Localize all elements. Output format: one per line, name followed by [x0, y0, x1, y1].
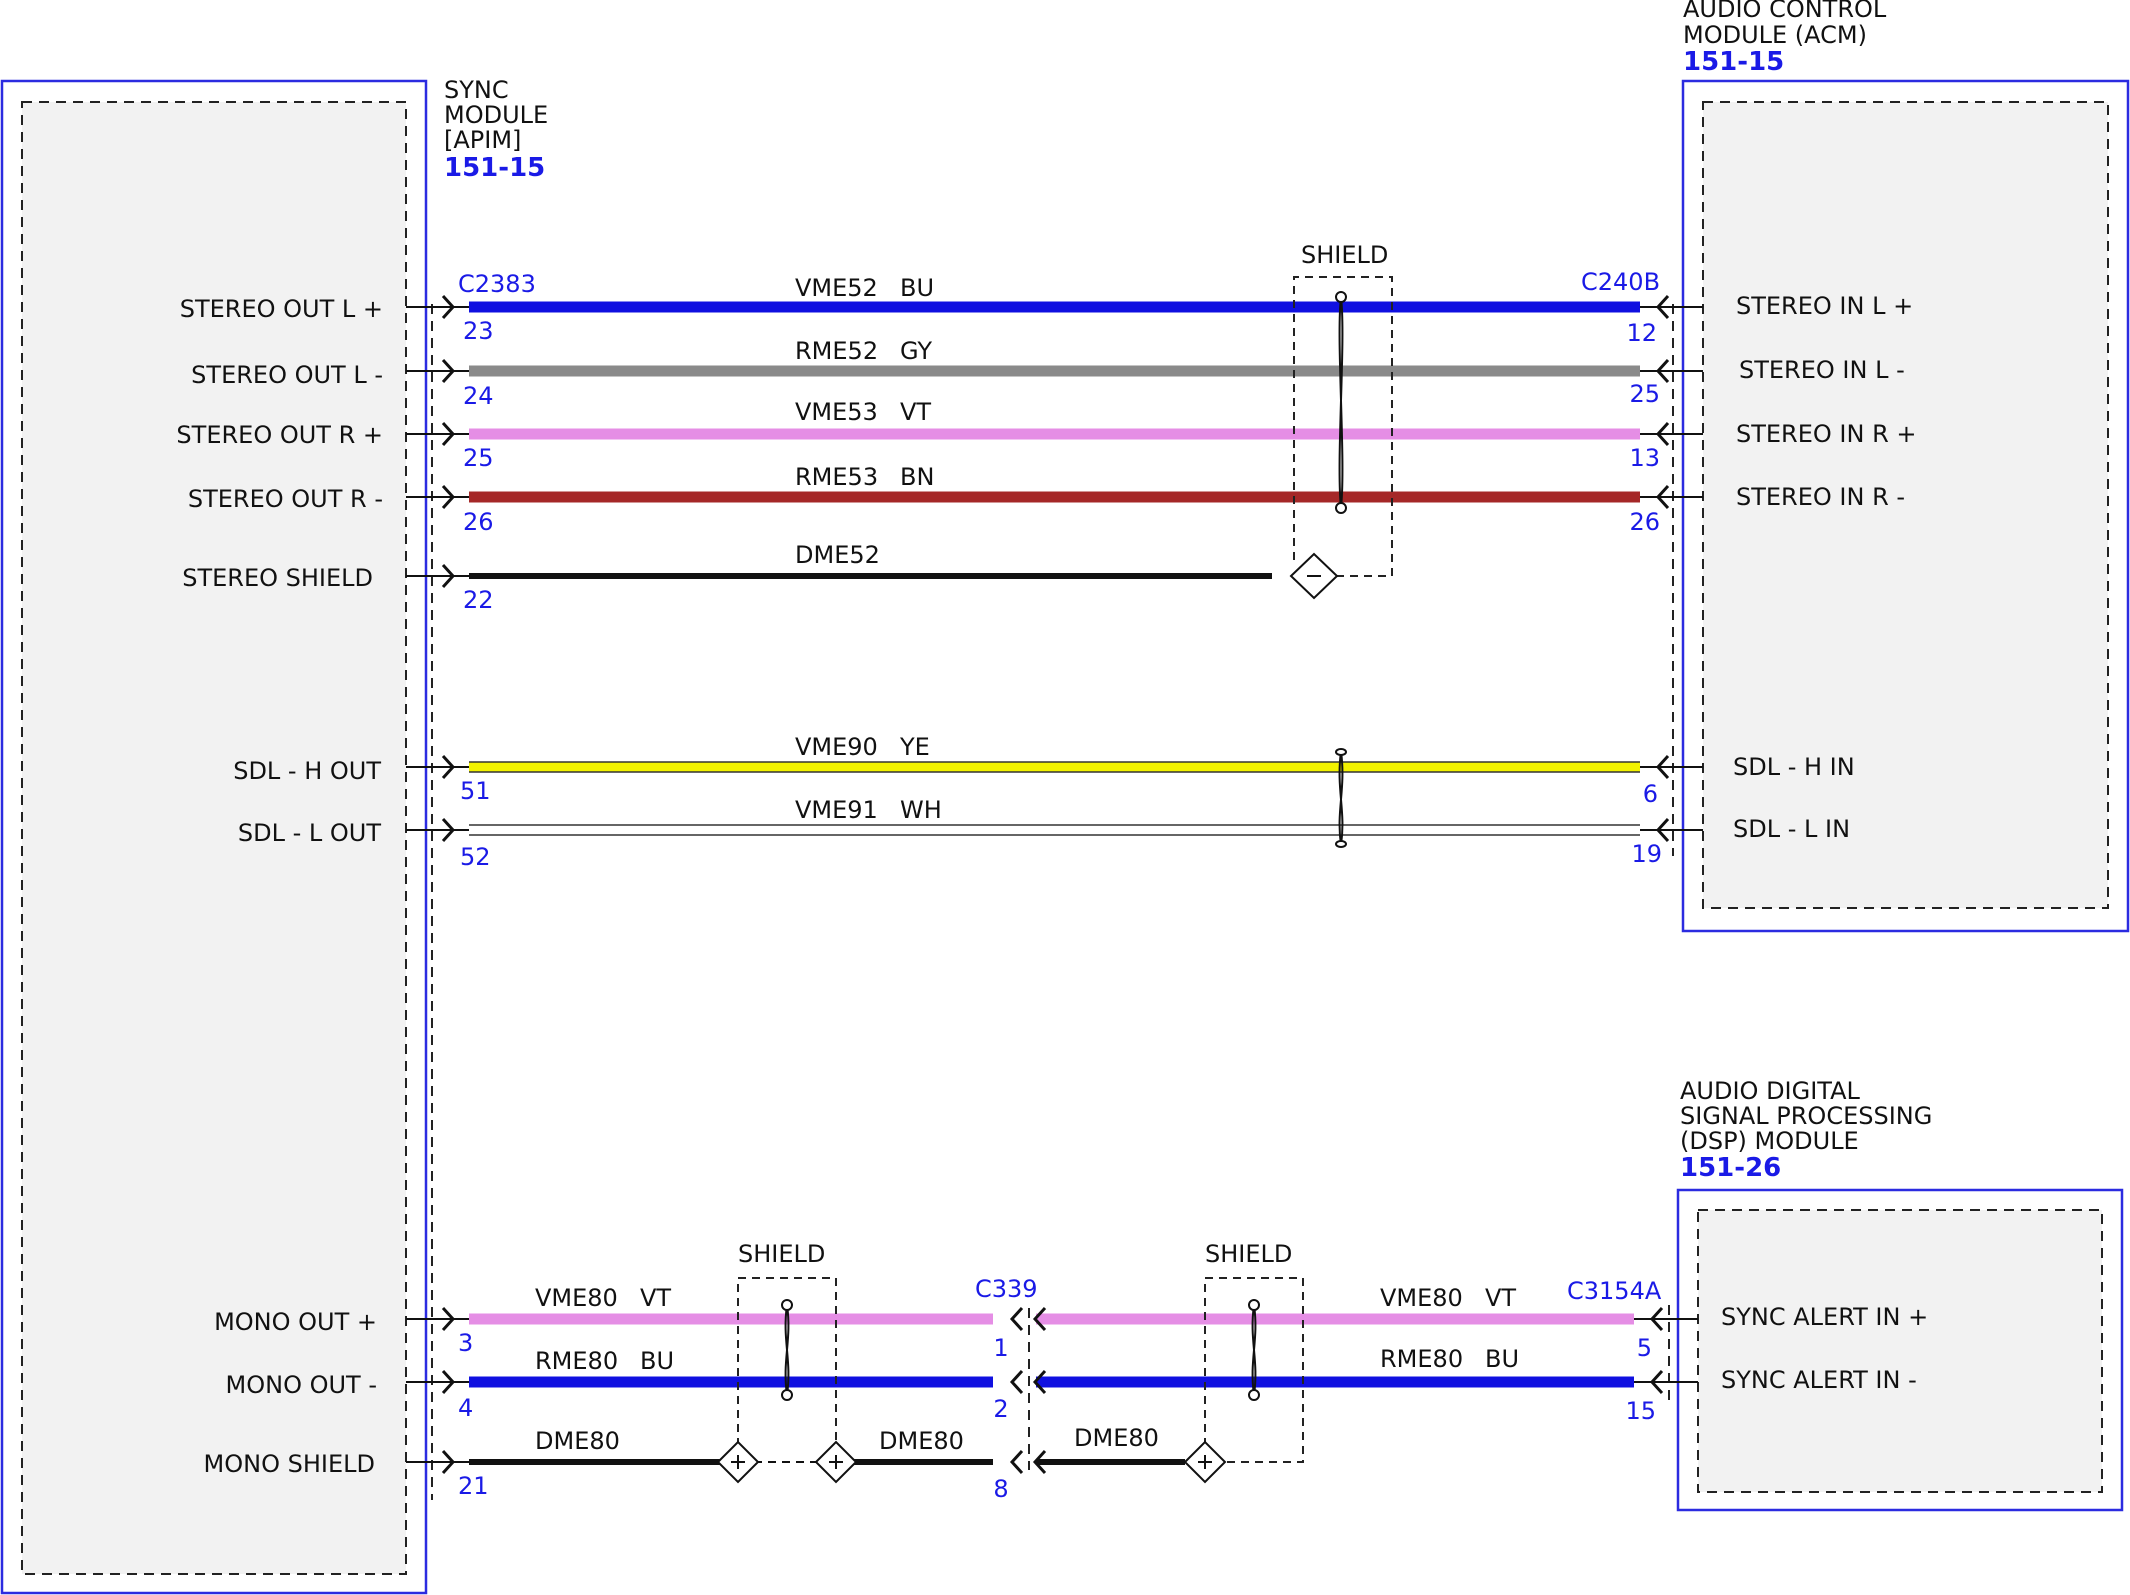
pin-number: 2 [993, 1395, 1008, 1423]
dsp-title-line-2: SIGNAL PROCESSING [1680, 1102, 1932, 1130]
wire-vme52-circuit: VME52 [795, 274, 878, 302]
dsp-module-title: AUDIO DIGITAL SIGNAL PROCESSING (DSP) MO… [1680, 1077, 1932, 1183]
pin-number: 25 [463, 444, 494, 472]
pin-number: 19 [1631, 840, 1662, 868]
wire-vme80-b-color: VT [1485, 1284, 1516, 1312]
connector-c2383-label[interactable]: C2383 [458, 270, 536, 298]
sync-title-line-2: MODULE [444, 101, 548, 129]
pin-number: 5 [1637, 1334, 1652, 1362]
sync-pin-label: STEREO OUT L - [191, 361, 383, 389]
acm-title-line-2: MODULE (ACM) [1683, 21, 1867, 49]
wire-rme52-circuit: RME52 [795, 337, 878, 365]
dsp-title-line-1: AUDIO DIGITAL [1680, 1077, 1861, 1105]
wire-vme90-circuit: VME90 [795, 733, 878, 761]
sync-pin-label: STEREO OUT R + [176, 421, 383, 449]
pin-number: 23 [463, 317, 494, 345]
connector-c339-label[interactable]: C339 [975, 1275, 1038, 1303]
wire-vme52-color: BU [900, 274, 934, 302]
pin-number: 21 [458, 1472, 489, 1500]
pin-number: 8 [993, 1475, 1008, 1503]
dsp-pin-label: SYNC ALERT IN + [1721, 1303, 1928, 1331]
pin-number: 26 [1629, 508, 1660, 536]
dsp-module-ref[interactable]: 151-26 [1680, 1153, 1781, 1183]
wire-vme91-color: WH [900, 796, 942, 824]
dsp-title-line-3: (DSP) MODULE [1680, 1127, 1859, 1155]
wire-vme53-color: VT [900, 398, 931, 426]
wiring-diagram: SYNC MODULE [APIM] 151-15 AUDIO CONTROL … [0, 0, 2130, 1595]
pin-number: 24 [463, 382, 494, 410]
pin-number: 13 [1629, 444, 1660, 472]
wire-vme53-circuit: VME53 [795, 398, 878, 426]
pin-number: 6 [1643, 780, 1658, 808]
wire-dme52-circuit: DME52 [795, 541, 880, 569]
wire-rme80-b-color: BU [1485, 1345, 1519, 1373]
sync-pin-label: MONO OUT - [226, 1371, 377, 1399]
pin-number: 25 [1629, 380, 1660, 408]
sync-pin-label: MONO SHIELD [204, 1450, 375, 1478]
dsp-module-box [1676, 1188, 2124, 1512]
acm-pin-label: STEREO IN L + [1736, 292, 1913, 320]
dsp-pin-label: SYNC ALERT IN - [1721, 1366, 1917, 1394]
c339-pin-numbers: 1 2 8 [993, 1334, 1008, 1503]
wire-dme80-c-circuit: DME80 [1074, 1424, 1159, 1452]
acm-title-line-1: AUDIO CONTROL [1683, 0, 1887, 23]
wire-rme52-color: GY [900, 337, 932, 365]
stereo-wires [469, 301, 1640, 579]
wire-rme80-a-circuit: RME80 [535, 1347, 618, 1375]
wire-rme80-b-circuit: RME80 [1380, 1345, 1463, 1373]
wire-vme80-a-circuit: VME80 [535, 1284, 618, 1312]
acm-pin-label: SDL - L IN [1733, 815, 1850, 843]
pin-number: 12 [1626, 319, 1657, 347]
acm-pin-label: STEREO IN L - [1739, 356, 1905, 384]
mono-wires [469, 1313, 1634, 1465]
pin-number: 51 [460, 777, 491, 805]
wire-dme80-a-circuit: DME80 [535, 1427, 620, 1455]
pin-number: 4 [458, 1394, 473, 1422]
mono-shield-b-label: SHIELD [1205, 1240, 1292, 1268]
sync-pin-label: SDL - L OUT [238, 819, 381, 847]
sync-pin-label: STEREO OUT R - [188, 485, 383, 513]
wire-vme80-b-circuit: VME80 [1380, 1284, 1463, 1312]
wire-dme80-b-circuit: DME80 [879, 1427, 964, 1455]
sync-title-line-3: [APIM] [444, 126, 521, 154]
wire-vme90-color: YE [899, 733, 930, 761]
mono-shield-a-label: SHIELD [738, 1240, 825, 1268]
sync-pin-label: STEREO SHIELD [182, 564, 373, 592]
sync-module-title: SYNC MODULE [APIM] 151-15 [444, 76, 548, 183]
acm-pin-label: STEREO IN R + [1736, 420, 1917, 448]
pin-number: 15 [1625, 1397, 1656, 1425]
sync-pin-label: SDL - H OUT [233, 757, 381, 785]
wire-rme53-color: BN [900, 463, 934, 491]
acm-module-title: AUDIO CONTROL MODULE (ACM) 151-15 [1683, 0, 1887, 77]
sync-pin-label: MONO OUT + [214, 1308, 377, 1336]
sync-title-line-1: SYNC [444, 76, 509, 104]
pin-number: 1 [993, 1334, 1008, 1362]
connector-c240b-label[interactable]: C240B [1581, 268, 1660, 296]
wire-rme53-circuit: RME53 [795, 463, 878, 491]
acm-pin-numbers: 12 25 13 26 6 19 [1626, 319, 1662, 868]
sync-module-ref[interactable]: 151-15 [444, 153, 545, 183]
pin-number: 26 [463, 508, 494, 536]
acm-pin-label: STEREO IN R - [1736, 483, 1905, 511]
acm-pin-label: SDL - H IN [1733, 753, 1855, 781]
sync-pin-label: STEREO OUT L + [180, 295, 383, 323]
pin-number: 3 [458, 1329, 473, 1357]
wire-rme80-a-color: BU [640, 1347, 674, 1375]
wire-vme91-circuit: VME91 [795, 796, 878, 824]
pin-number: 22 [463, 586, 494, 614]
acm-module-ref[interactable]: 151-15 [1683, 47, 1784, 77]
sdl-wires [469, 761, 1640, 836]
stereo-shield-label: SHIELD [1301, 241, 1388, 269]
pin-number: 52 [460, 843, 491, 871]
wire-vme80-a-color: VT [640, 1284, 671, 1312]
connector-c3154a-label[interactable]: C3154A [1567, 1277, 1662, 1305]
